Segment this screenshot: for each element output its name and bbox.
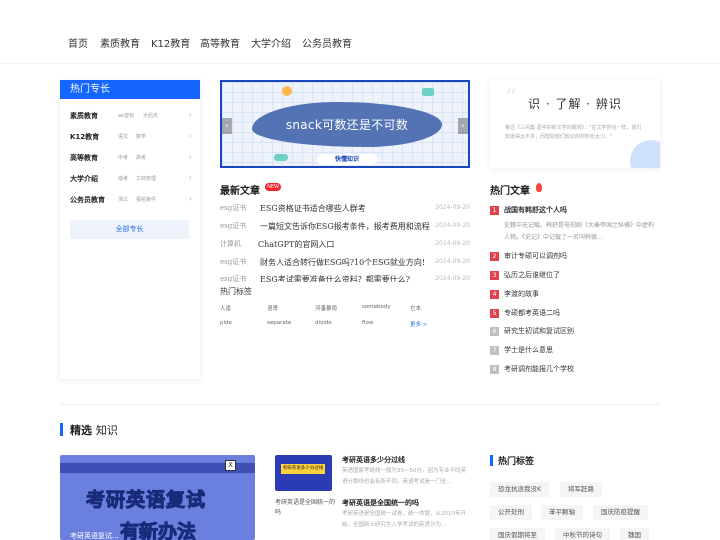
- rank-badge: 1: [490, 206, 499, 215]
- hot-article-item[interactable]: 5 专硕都考英语二吗: [490, 308, 660, 320]
- article-row[interactable]: esg证书 ESG资格证书适合哪些人群考 2024-09-20: [220, 203, 470, 217]
- close-icon[interactable]: X: [225, 460, 236, 471]
- promo-headline: 考研英语复试: [85, 489, 207, 512]
- broken-image-alt[interactable]: 考研英语是全国统一的吗: [275, 498, 335, 518]
- banner-text: snack可数还是不可数: [285, 118, 409, 132]
- money-icon: [422, 88, 434, 96]
- nav-quality-education[interactable]: 素质教育: [100, 35, 140, 50]
- sun-icon: [282, 86, 292, 96]
- promo-caption: 考研英语复试...: [70, 532, 119, 540]
- panel-title: 热门专长: [60, 80, 200, 99]
- car-icon: [274, 154, 288, 161]
- section-divider: [60, 404, 660, 405]
- chevron-right-icon: ›: [188, 131, 192, 140]
- tag-pill[interactable]: 将军赶路: [560, 482, 602, 497]
- nav-home[interactable]: 首页: [68, 35, 88, 50]
- carousel-prev-button[interactable]: ‹: [222, 118, 232, 134]
- tag-link[interactable]: flow: [362, 320, 373, 326]
- nav-k12[interactable]: K12教育: [151, 35, 190, 50]
- article-row[interactable]: esg证书 ESG考试需要准备什么资料？都需要什么? 2024-09-20: [220, 274, 470, 282]
- hot-articles-title: 热门文章: [490, 186, 530, 197]
- bottom-article-desc: 考研英语是全国统一试卷，统一命题，从2010年开始，全国硕士研究生入学考试的英语…: [342, 511, 466, 528]
- tag-link[interactable]: divide: [315, 320, 332, 326]
- specialty-row[interactable]: K12教育 语文 数学 ›: [70, 131, 192, 144]
- promo-headline-2: 有新办法: [119, 521, 197, 540]
- article-thumbnail[interactable]: 考研英语多少分过线: [275, 455, 332, 491]
- quote-card: “ 识 · 了解 · 辨识 鲁迅《三闲集·葛亭的新文学的概观》："在文学界也一样…: [490, 80, 660, 168]
- hot-tags-box: 热门标签 人逢 语贤 河蚤暴雨 somebody 它本 pide separat…: [220, 282, 470, 379]
- banner-carousel[interactable]: snack可数还是不可数 快懂知识 ‹ ›: [220, 80, 470, 168]
- tag-link[interactable]: 人逢: [220, 304, 231, 312]
- thumbnail-label: 考研英语多少分过线: [281, 464, 325, 474]
- hot-article-item[interactable]: 8 考研调剂能报几个学校: [490, 364, 660, 376]
- rank-badge: 5: [490, 309, 499, 318]
- section-accent-bar: [60, 423, 63, 436]
- hot-article-item[interactable]: 4 李渡的故事: [490, 289, 660, 301]
- chevron-right-icon: ›: [188, 110, 192, 119]
- specialty-row[interactable]: 高等教育 中考 高考 ›: [70, 152, 192, 165]
- specialty-row[interactable]: 素质教育 ae音标 大后天 ›: [70, 110, 192, 123]
- rank-badge: 3: [490, 271, 499, 280]
- latest-articles-title: 最新文章: [220, 186, 260, 197]
- specialty-row[interactable]: 公务员教育 浙江 报名条件 ›: [70, 194, 192, 207]
- bottom-article-title[interactable]: 考研英语是全国统一的吗: [342, 498, 419, 508]
- hot-article-item[interactable]: 6 研究生初试和复试区别: [490, 326, 660, 338]
- tag-pill[interactable]: 国庆假期将至: [490, 528, 545, 540]
- chevron-right-icon: ›: [188, 173, 192, 182]
- hot-article-item[interactable]: 3 弘历之后谁继位了: [490, 270, 660, 282]
- tag-link[interactable]: 它本: [410, 304, 421, 312]
- tag-link[interactable]: 语贤: [267, 304, 278, 312]
- rank-badge: 2: [490, 252, 499, 261]
- decor-circle: [630, 140, 660, 168]
- nav-university[interactable]: 大学介绍: [251, 35, 291, 50]
- hot-article-item[interactable]: 1 战国有韩舒这个人吗: [490, 205, 660, 217]
- featured-title: 精选 知识: [70, 424, 118, 437]
- bottom-tags-title: 热门标签: [498, 457, 535, 467]
- hot-specialties-panel: 热门专长 素质教育 ae音标 大后天 › K12教育 语文 数学 › 高等教育 …: [60, 80, 200, 379]
- tag-pill[interactable]: 恐龙抗浪我没K: [490, 482, 550, 497]
- tag-pill[interactable]: 国庆防疫提醒: [593, 505, 648, 520]
- all-specialties-button[interactable]: 全部专长: [70, 220, 189, 239]
- tag-pill[interactable]: 中秋节的诗句: [555, 528, 610, 540]
- carousel-next-button[interactable]: ›: [458, 118, 468, 134]
- article-row[interactable]: 计算机 ChatGPT的官网入口 2024-09-20: [220, 239, 470, 253]
- page: 首页 素质教育 K12教育 高等教育 大学介绍 公务员教育 热门专长 素质教育 …: [0, 0, 720, 540]
- tag-link[interactable]: 河蚤暴雨: [315, 304, 337, 312]
- rank-badge: 6: [490, 327, 499, 336]
- chevron-right-icon: ›: [188, 152, 192, 161]
- tag-pill[interactable]: 苯平颗轴: [541, 505, 583, 520]
- nav-civil-service[interactable]: 公务员教育: [302, 35, 352, 50]
- hot-tags-title: 热门标签: [220, 287, 252, 296]
- article-row[interactable]: esg证书 一篇短文告诉你ESG报考条件，报考费用和流程 2024-09-20: [220, 221, 470, 235]
- quote-text: 鲁迅《三闲集·葛亭的新文学的概观》："在文学界也一样，我们知道得太不多，而帮助我…: [505, 125, 642, 140]
- more-tags-link[interactable]: 更多 >: [410, 320, 427, 328]
- quote-title: 识 · 了解 · 辨识: [528, 97, 622, 111]
- tag-link[interactable]: separate: [267, 320, 291, 326]
- banner-subtitle: 快懂知识: [317, 154, 377, 165]
- bottom-article-title[interactable]: 考研英语多少分过线: [342, 455, 405, 465]
- tag-pill[interactable]: 公开处刑: [490, 505, 532, 520]
- bottom-article-desc: 英语国家考研线一般为30—50分，因为专业不同英语分数线也会有所不同，英语考试是…: [342, 468, 466, 485]
- rank-badge: 7: [490, 346, 499, 355]
- fire-icon: [536, 183, 542, 192]
- chevron-right-icon: ›: [188, 194, 192, 203]
- top-nav: 首页 素质教育 K12教育 高等教育 大学介绍 公务员教育: [0, 0, 720, 64]
- hot-article-item[interactable]: 2 审计专硕可以调剂吗: [490, 251, 660, 263]
- new-badge: NEW: [265, 183, 281, 191]
- tag-link[interactable]: pide: [220, 320, 232, 326]
- nav-higher-education[interactable]: 高等教育: [200, 35, 240, 50]
- hot-article-desc: 史籍中无记载。韩舒是电视剧《大秦帝国之纵横》中虚构人物。《史记》中记载了一名叫韩…: [504, 222, 655, 241]
- tag-pill[interactable]: 魏国: [620, 528, 649, 540]
- article-row[interactable]: esg证书 财务人适合转行做ESG吗?10个ESG就业方向! 2024-09-2…: [220, 257, 470, 271]
- rank-badge: 8: [490, 365, 499, 374]
- specialty-row[interactable]: 大学介绍 成考 工商管理 ›: [70, 173, 192, 186]
- tag-link[interactable]: somebody: [362, 304, 391, 310]
- section-accent-bar: [490, 455, 493, 466]
- rank-badge: 4: [490, 290, 499, 299]
- hot-article-item[interactable]: 7 学士是什么意思: [490, 345, 660, 357]
